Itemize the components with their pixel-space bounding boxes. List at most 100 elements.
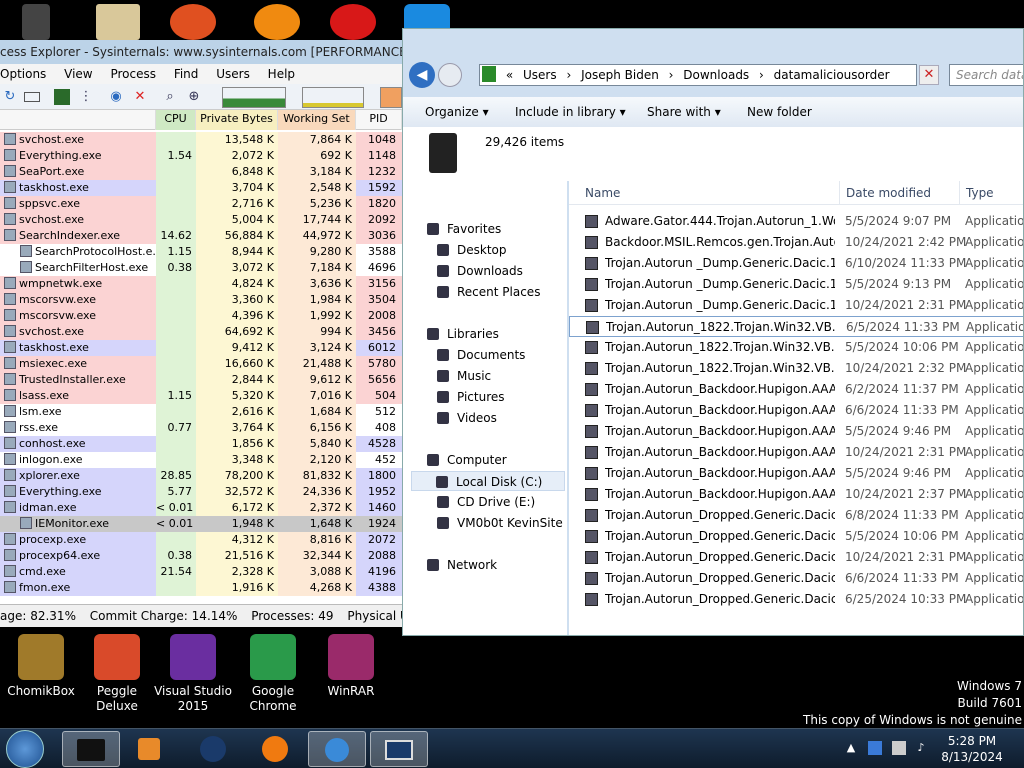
file-row[interactable]: Trojan.Autorun_Dropped.Generic.Dacic.1..…	[569, 547, 1023, 568]
menu-view[interactable]: View	[64, 67, 92, 81]
file-row[interactable]: Trojan.Autorun _Dump.Generic.Dacic.19...…	[569, 295, 1023, 316]
find-icon[interactable]: ⌕	[162, 89, 178, 105]
process-row[interactable]: taskhost.exe 9,412 K 3,124 K 6012	[0, 340, 402, 356]
nav-recent-places[interactable]: Recent Places	[437, 282, 540, 302]
process-row[interactable]: wmpnetwk.exe 4,824 K 3,636 K 3156	[0, 276, 402, 292]
breadcrumb-user[interactable]: Joseph Biden	[581, 68, 659, 82]
firefox-taskbar-button[interactable]	[246, 731, 304, 767]
window-icon[interactable]	[24, 92, 40, 102]
nav-downloads[interactable]: Downloads	[437, 261, 523, 281]
nav-music[interactable]: Music	[437, 366, 491, 386]
process-row[interactable]: msiexec.exe 16,660 K 21,488 K 5780	[0, 356, 402, 372]
nav-cd-drive[interactable]: CD Drive (E:)	[437, 492, 535, 512]
process-row[interactable]: procexp.exe 4,312 K 8,816 K 2072	[0, 532, 402, 548]
file-row[interactable]: Trojan.Autorun_1822.Trojan.Win32.VB.kp..…	[569, 316, 1023, 337]
breadcrumb-users[interactable]: Users	[523, 68, 557, 82]
nav-libraries[interactable]: Libraries	[427, 324, 499, 344]
search-input[interactable]: Search data	[949, 64, 1023, 86]
process-row[interactable]: svchost.exe 13,548 K 7,864 K 1048	[0, 132, 402, 148]
date-column[interactable]: Date modified	[839, 181, 931, 205]
private-bytes-column[interactable]: Private Bytes	[196, 110, 278, 130]
tree-icon[interactable]: ⋮	[78, 89, 94, 105]
file-row[interactable]: Trojan.Autorun_Dropped.Generic.Dacic.0..…	[569, 568, 1023, 589]
menu-users[interactable]: Users	[216, 67, 250, 81]
file-row[interactable]: Trojan.Autorun_Dropped.Generic.Dacic.1..…	[569, 505, 1023, 526]
cpu-graph[interactable]	[222, 87, 286, 108]
process-row[interactable]: idman.exe < 0.01 6,172 K 2,372 K 1460	[0, 500, 402, 516]
breadcrumb-downloads[interactable]: Downloads	[683, 68, 749, 82]
firefox-icon[interactable]	[254, 4, 300, 40]
process-row[interactable]: lsm.exe 2,616 K 1,684 K 512	[0, 404, 402, 420]
explorer-taskbar-button[interactable]	[62, 731, 120, 767]
file-row[interactable]: Trojan.Autorun_Dropped.Generic.Dacic.0..…	[569, 589, 1023, 610]
file-row[interactable]: Trojan.Autorun_1822.Trojan.Win32.VB.kp..…	[569, 337, 1023, 358]
mail-icon[interactable]	[96, 4, 140, 40]
process-row[interactable]: sppsvc.exe 2,716 K 5,236 K 1820	[0, 196, 402, 212]
new-folder-button[interactable]: New folder	[747, 97, 812, 127]
kill-icon[interactable]: ✕	[132, 89, 148, 105]
share-with-button[interactable]: Share with ▾	[647, 97, 721, 127]
display-tray-icon[interactable]	[892, 741, 906, 755]
media-taskbar-button[interactable]	[120, 731, 178, 767]
file-row[interactable]: Trojan.Autorun _Dump.Generic.Dacic.19...…	[569, 274, 1023, 295]
process-row[interactable]: mscorsvw.exe 3,360 K 1,984 K 3504	[0, 292, 402, 308]
process-row[interactable]: rss.exe 0.77 3,764 K 6,156 K 408	[0, 420, 402, 436]
name-column[interactable]: Name	[579, 181, 620, 205]
desktop-icon-chomikbox[interactable]: ChomikBox	[0, 634, 82, 714]
working-set-column[interactable]: Working Set	[278, 110, 356, 130]
refresh-icon[interactable]: ↻	[2, 89, 18, 105]
process-row[interactable]: SearchFilterHost.exe 0.38 3,072 K 7,184 K 46…	[0, 260, 402, 276]
file-row[interactable]: Trojan.Autorun_Backdoor.Hupigon.AAA... 10…	[569, 484, 1023, 505]
opera-icon[interactable]	[330, 4, 376, 40]
desktop-icon-google-chrome[interactable]: Google Chrome	[232, 634, 314, 714]
notepad-icon[interactable]	[22, 4, 50, 40]
process-row[interactable]: lsass.exe 1.15 5,320 K 7,016 K 504	[0, 388, 402, 404]
process-row[interactable]: SearchProtocolHost.e... 1.15 8,944 K 9,280 …	[0, 244, 402, 260]
memory-graph[interactable]	[302, 87, 364, 108]
process-row[interactable]: conhost.exe 1,856 K 5,840 K 4528	[0, 436, 402, 452]
back-button[interactable]: ◀	[409, 62, 435, 88]
magnifier-taskbar-button[interactable]	[308, 731, 366, 767]
nav-videos[interactable]: Videos	[437, 408, 497, 428]
process-row[interactable]: SearchIndexer.exe 14.62 56,884 K 44,972 K 30…	[0, 228, 402, 244]
nav-documents[interactable]: Documents	[437, 345, 525, 365]
include-in-library-button[interactable]: Include in library ▾	[515, 97, 626, 127]
peggle-icon[interactable]	[170, 4, 216, 40]
file-row[interactable]: Trojan.Autorun_Backdoor.Hupigon.AAA... 10…	[569, 442, 1023, 463]
menu-options[interactable]: Options	[0, 67, 46, 81]
start-button[interactable]	[6, 730, 44, 768]
process-row[interactable]: mscorsvw.exe 4,396 K 1,992 K 2008	[0, 308, 402, 324]
nav-local-disk[interactable]: Local Disk (C:)	[411, 471, 565, 491]
crosshair-icon[interactable]: ⊕	[186, 89, 202, 105]
file-row[interactable]: Trojan.Autorun_Backdoor.Hupigon.AAA... 6/…	[569, 379, 1023, 400]
process-row[interactable]: taskhost.exe 3,704 K 2,548 K 1592	[0, 180, 402, 196]
file-row[interactable]: Trojan.Autorun_Backdoor.Hupigon.AAA... 5/…	[569, 421, 1023, 442]
network-tray-icon[interactable]	[868, 741, 882, 755]
nav-favorites[interactable]: Favorites	[427, 219, 501, 239]
process-row[interactable]: svchost.exe 5,004 K 17,744 K 2092	[0, 212, 402, 228]
nav-network-drive[interactable]: VM0b0t KevinSite	[437, 513, 563, 533]
file-row[interactable]: Backdoor.MSIL.Remcos.gen.Trojan.Autor...…	[569, 232, 1023, 253]
forward-button[interactable]	[438, 63, 462, 87]
nav-network[interactable]: Network	[427, 555, 497, 575]
process-row[interactable]: Everything.exe 5.77 32,572 K 24,336 K 1952	[0, 484, 402, 500]
process-row[interactable]: xplorer.exe 28.85 78,200 K 81,832 K 1800	[0, 468, 402, 484]
desktop-icon-peggle-deluxe[interactable]: Peggle Deluxe	[76, 634, 158, 714]
menu-find[interactable]: Find	[174, 67, 199, 81]
nav-computer[interactable]: Computer	[427, 450, 507, 470]
file-row[interactable]: Trojan.Autorun_1822.Trojan.Win32.VB.kp..…	[569, 358, 1023, 379]
process-row[interactable]: IEMonitor.exe < 0.01 1,948 K 1,648 K 1924	[0, 516, 402, 532]
process-row[interactable]: Everything.exe 1.54 2,072 K 692 K 1148	[0, 148, 402, 164]
menu-process[interactable]: Process	[110, 67, 156, 81]
target-icon[interactable]: ◉	[108, 89, 124, 105]
menu-help[interactable]: Help	[268, 67, 295, 81]
nav-pictures[interactable]: Pictures	[437, 387, 505, 407]
pid-column[interactable]: PID	[356, 110, 402, 130]
breadcrumb-folder[interactable]: datamaliciousorder	[774, 68, 890, 82]
file-row[interactable]: Adware.Gator.444.Trojan.Autorun_1.Wor...…	[569, 211, 1023, 232]
process-row[interactable]: procexp64.exe 0.38 21,516 K 32,344 K 2088	[0, 548, 402, 564]
network-taskbar-button[interactable]	[184, 731, 242, 767]
cpu-icon[interactable]	[54, 89, 70, 105]
organize-button[interactable]: Organize ▾	[425, 97, 489, 127]
process-row[interactable]: TrustedInstaller.exe 2,844 K 9,612 K 5656	[0, 372, 402, 388]
